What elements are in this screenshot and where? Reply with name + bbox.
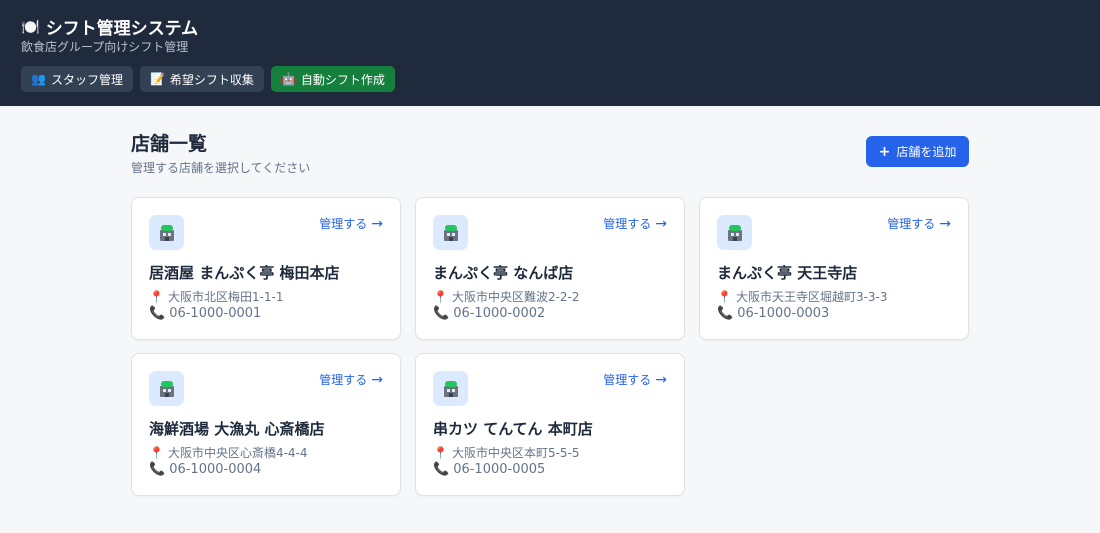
arrow-right-icon: → xyxy=(655,215,667,232)
store-phone: 📞 06-1000-0004 xyxy=(149,462,261,477)
map-pin-icon: 📍 xyxy=(149,445,164,460)
store-address-text: 大阪市中央区本町5-5-5 xyxy=(451,446,580,460)
store-address: 📍 大阪市中央区心斎橋4-4-4 xyxy=(149,444,308,461)
people-icon: 👥 xyxy=(31,72,46,86)
store-phone: 📞 06-1000-0003 xyxy=(717,306,829,321)
phone-icon: 📞 xyxy=(433,306,450,321)
store-address-text: 大阪市北区梅田1-1-1 xyxy=(167,290,284,304)
store-phone: 📞 06-1000-0005 xyxy=(433,462,545,477)
store-card[interactable]: 管理する → 串カツ てんてん 本町店 📍 大阪市中央区本町5-5-5 📞 06… xyxy=(415,353,685,496)
arrow-right-icon: → xyxy=(371,215,383,232)
store-name: 海鮮酒場 大漁丸 心斎橋店 xyxy=(149,420,325,438)
map-pin-icon: 📍 xyxy=(149,289,164,304)
nav-staff-management-button[interactable]: 👥 スタッフ管理 xyxy=(21,66,133,92)
store-phone: 📞 06-1000-0001 xyxy=(149,306,261,321)
main-nav: 👥 スタッフ管理 📝 希望シフト収集 🤖 自動シフト作成 xyxy=(21,66,395,92)
manage-store-link[interactable]: 管理する → xyxy=(319,215,383,232)
store-name: まんぷく亭 なんば店 xyxy=(433,264,574,282)
nav-shift-requests-button[interactable]: 📝 希望シフト収集 xyxy=(139,66,264,92)
store-name: 居酒屋 まんぷく亭 梅田本店 xyxy=(149,264,340,282)
app-subtitle: 飲食店グループ向けシフト管理 xyxy=(21,40,189,54)
arrow-right-icon: → xyxy=(655,371,667,388)
store-phone-text: 06-1000-0003 xyxy=(737,306,830,321)
manage-label: 管理する xyxy=(603,373,652,387)
add-store-button[interactable]: + 店舗を追加 xyxy=(866,136,969,167)
store-name: まんぷく亭 天王寺店 xyxy=(717,264,858,282)
plate-cutlery-icon: 🍽️ xyxy=(21,17,40,36)
arrow-right-icon: → xyxy=(939,215,951,232)
store-phone-text: 06-1000-0004 xyxy=(169,462,262,477)
store-address-text: 大阪市天王寺区堀越町3-3-3 xyxy=(735,290,888,304)
manage-label: 管理する xyxy=(319,217,368,231)
store-address: 📍 大阪市北区梅田1-1-1 xyxy=(149,288,284,305)
nav-button-label: 希望シフト収集 xyxy=(169,72,254,87)
nav-button-label: スタッフ管理 xyxy=(50,72,123,87)
store-phone-text: 06-1000-0005 xyxy=(453,462,546,477)
phone-icon: 📞 xyxy=(149,306,166,321)
arrow-right-icon: → xyxy=(371,371,383,388)
map-pin-icon: 📍 xyxy=(433,289,448,304)
store-card[interactable]: 管理する → 海鮮酒場 大漁丸 心斎橋店 📍 大阪市中央区心斎橋4-4-4 📞 … xyxy=(131,353,401,496)
manage-store-link[interactable]: 管理する → xyxy=(603,215,667,232)
manage-store-link[interactable]: 管理する → xyxy=(887,215,951,232)
app-title: 🍽️ シフト管理システム xyxy=(21,14,199,40)
store-card[interactable]: 管理する → まんぷく亭 なんば店 📍 大阪市中央区難波2-2-2 📞 06-1… xyxy=(415,197,685,340)
plus-icon: + xyxy=(878,143,891,160)
manage-label: 管理する xyxy=(603,217,652,231)
store-card[interactable]: 管理する → まんぷく亭 天王寺店 📍 大阪市天王寺区堀越町3-3-3 📞 06… xyxy=(699,197,969,340)
map-pin-icon: 📍 xyxy=(433,445,448,460)
store-icon xyxy=(149,215,184,250)
nav-auto-shift-button[interactable]: 🤖 自動シフト作成 xyxy=(270,66,395,92)
app-title-text: シフト管理システム xyxy=(45,19,199,39)
store-phone-text: 06-1000-0002 xyxy=(453,306,546,321)
manage-label: 管理する xyxy=(319,373,368,387)
phone-icon: 📞 xyxy=(433,462,450,477)
store-icon xyxy=(149,371,184,406)
store-address: 📍 大阪市中央区本町5-5-5 xyxy=(433,444,580,461)
store-icon xyxy=(717,215,752,250)
manage-store-link[interactable]: 管理する → xyxy=(319,371,383,388)
app-header: 🍽️ シフト管理システム 飲食店グループ向けシフト管理 👥 スタッフ管理 📝 希… xyxy=(0,0,1100,106)
store-card[interactable]: 管理する → 居酒屋 まんぷく亭 梅田本店 📍 大阪市北区梅田1-1-1 📞 0… xyxy=(131,197,401,340)
store-address-text: 大阪市中央区難波2-2-2 xyxy=(451,290,580,304)
store-address: 📍 大阪市天王寺区堀越町3-3-3 xyxy=(717,288,888,305)
store-address-text: 大阪市中央区心斎橋4-4-4 xyxy=(167,446,308,460)
map-pin-icon: 📍 xyxy=(717,289,732,304)
add-store-label: 店舗を追加 xyxy=(896,145,957,159)
page-subtitle: 管理する店舗を選択してください xyxy=(131,161,311,175)
store-name: 串カツ てんてん 本町店 xyxy=(433,420,593,438)
store-icon xyxy=(433,215,468,250)
page-title: 店舗一覧 xyxy=(131,133,208,155)
nav-button-label: 自動シフト作成 xyxy=(300,72,385,87)
store-address: 📍 大阪市中央区難波2-2-2 xyxy=(433,288,580,305)
manage-label: 管理する xyxy=(887,217,936,231)
manage-store-link[interactable]: 管理する → xyxy=(603,371,667,388)
store-phone-text: 06-1000-0001 xyxy=(169,306,262,321)
phone-icon: 📞 xyxy=(717,306,734,321)
robot-icon: 🤖 xyxy=(280,72,296,86)
memo-icon: 📝 xyxy=(149,72,165,86)
store-icon xyxy=(433,371,468,406)
store-phone: 📞 06-1000-0002 xyxy=(433,306,545,321)
phone-icon: 📞 xyxy=(149,462,166,477)
